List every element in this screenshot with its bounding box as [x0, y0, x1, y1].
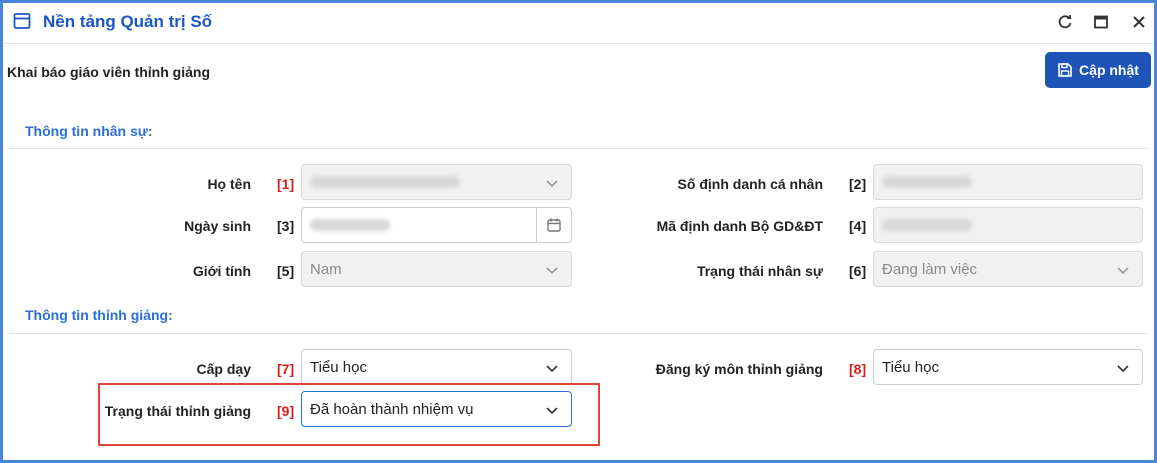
cap-day-select[interactable]: Tiểu học [301, 349, 572, 385]
label-ma-dinh-danh: Mã định danh Bộ GD&ĐT [656, 218, 823, 234]
group-divider [9, 333, 1148, 334]
refresh-icon[interactable] [1056, 13, 1074, 31]
update-button-label: Cập nhật [1079, 62, 1139, 78]
num-ma-dinh-danh: [4] [849, 218, 867, 234]
dang-ky-mon-value: Tiểu học [882, 358, 939, 376]
label-ho-ten: Họ tên [207, 176, 251, 192]
label-gioi-tinh: Giới tính [192, 263, 251, 279]
label-cap-day: Cấp dạy [196, 361, 251, 377]
page-title: Khai báo giáo viên thỉnh giảng [7, 64, 211, 80]
ho-ten-select[interactable] [301, 164, 572, 200]
title-bar: Nền tảng Quản trị Số [3, 3, 1154, 44]
update-button[interactable]: Cập nhật [1045, 52, 1151, 88]
cap-day-value: Tiểu học [310, 358, 367, 376]
window-title: Nền tảng Quản trị Số [43, 12, 213, 31]
gioi-tinh-select[interactable]: Nam [301, 251, 572, 287]
num-so-dinh-danh: [2] [849, 176, 867, 192]
label-dang-ky-mon: Đăng ký môn thỉnh giảng [655, 361, 823, 377]
chevron-down-icon [546, 180, 558, 188]
close-icon[interactable] [1130, 13, 1148, 31]
label-trang-thai-nhan-su: Trạng thái nhân sự [696, 263, 823, 279]
label-ngay-sinh: Ngày sinh [184, 218, 251, 234]
group-title-visiting: Thông tin thỉnh giảng: [25, 307, 173, 323]
highlight-box [98, 383, 600, 446]
app-window: Nền tảng Quản trị Số Khai báo giáo viên … [0, 0, 1157, 463]
group-title-personal: Thông tin nhân sự: [25, 123, 153, 139]
num-ho-ten: [1] [277, 176, 295, 192]
window-icon [13, 13, 31, 29]
group-divider [9, 148, 1148, 149]
redacted-value [310, 219, 390, 231]
redacted-value [310, 176, 460, 188]
ma-dinh-danh-field[interactable] [873, 207, 1143, 243]
save-icon [1058, 63, 1072, 77]
gioi-tinh-value: Nam [310, 260, 342, 278]
redacted-value [882, 219, 972, 231]
so-dinh-danh-field[interactable] [873, 164, 1143, 200]
ngay-sinh-date[interactable] [301, 207, 572, 243]
chevron-down-icon [546, 267, 558, 275]
num-gioi-tinh: [5] [277, 263, 295, 279]
trang-thai-nhan-su-value: Đang làm việc [882, 260, 978, 278]
num-cap-day: [7] [277, 361, 295, 377]
redacted-value [882, 176, 972, 188]
dang-ky-mon-select[interactable]: Tiểu học [873, 349, 1143, 385]
chevron-down-icon [1117, 365, 1129, 373]
num-trang-thai-nhan-su: [6] [849, 263, 867, 279]
trang-thai-nhan-su-select[interactable]: Đang làm việc [873, 251, 1143, 287]
calendar-icon [547, 218, 561, 232]
chevron-down-icon [546, 365, 558, 373]
num-dang-ky-mon: [8] [849, 361, 867, 377]
num-ngay-sinh: [3] [277, 218, 295, 234]
page-header: Khai báo giáo viên thỉnh giảng Cập nhật [3, 45, 1154, 101]
label-so-dinh-danh: Số định danh cá nhân [677, 176, 823, 192]
maximize-icon[interactable] [1092, 13, 1110, 31]
calendar-button[interactable] [536, 208, 571, 242]
chevron-down-icon [1117, 267, 1129, 275]
